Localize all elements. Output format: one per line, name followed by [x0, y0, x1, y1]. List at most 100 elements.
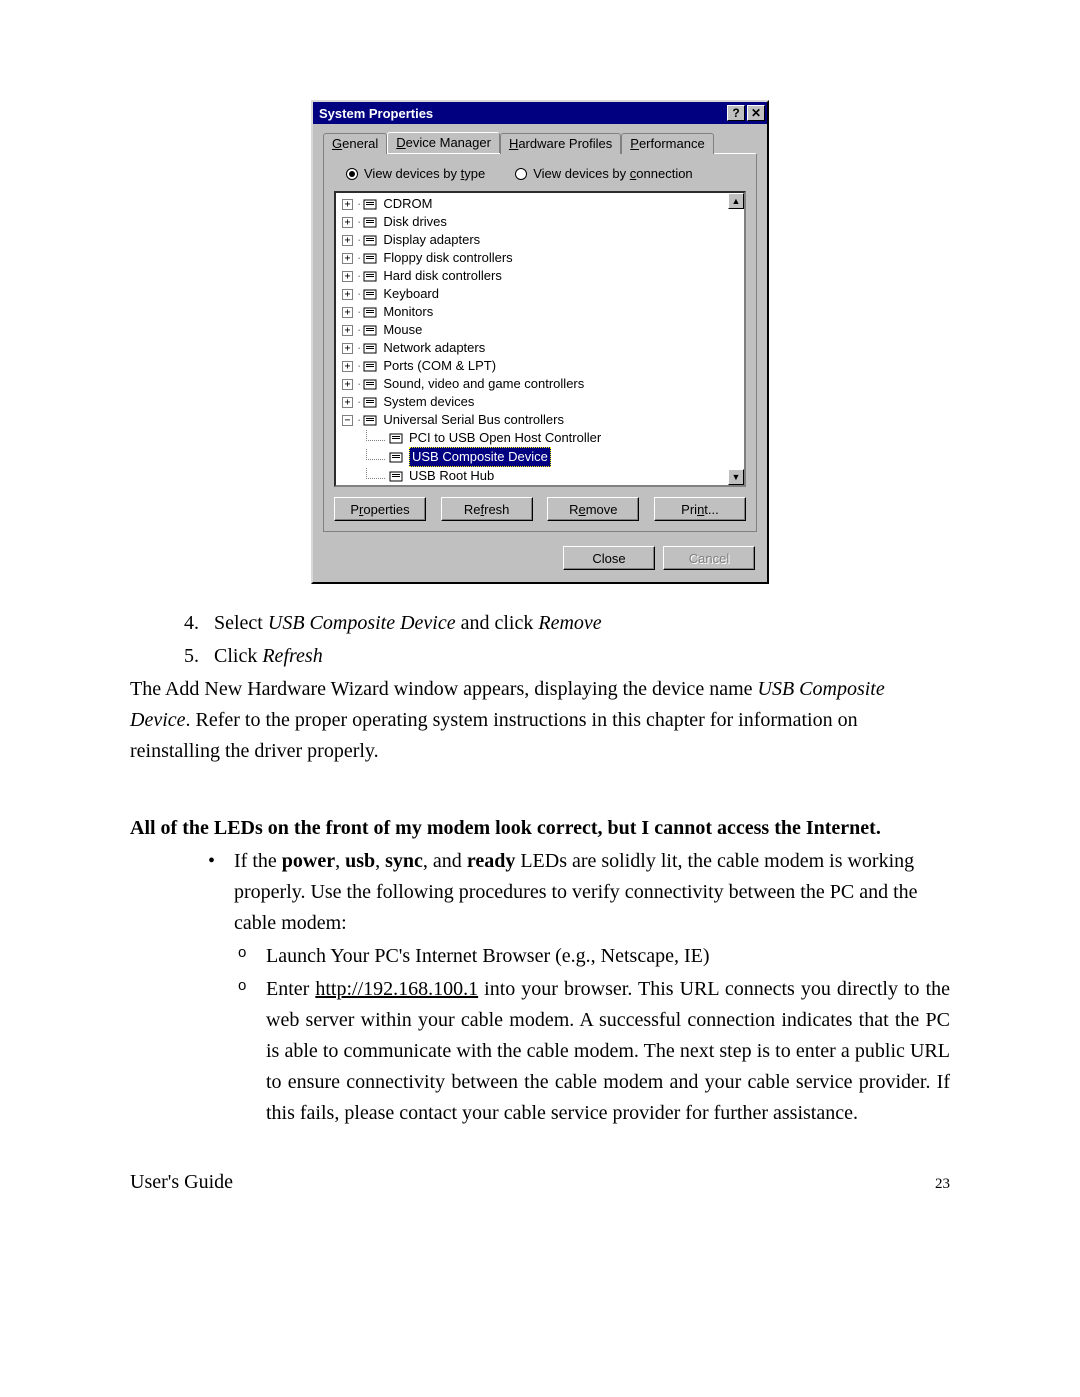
properties-button[interactable]: Properties [334, 497, 426, 521]
device-icon [363, 251, 379, 265]
device-tree[interactable]: ▲ ▼ +·CDROM+·Disk drives+·Display adapte… [334, 191, 746, 487]
tree-node-label: Monitors [383, 303, 433, 321]
window-title: System Properties [319, 106, 725, 121]
system-properties-dialog: System Properties ? ✕ General Device Man… [311, 100, 769, 584]
tab-hardware-profiles[interactable]: Hardware Profiles [500, 133, 621, 154]
tree-node[interactable]: +·Network adapters [342, 339, 744, 357]
page-footer: User's Guide 23 [130, 1167, 950, 1198]
expand-icon[interactable]: + [342, 343, 353, 354]
device-icon [363, 305, 379, 319]
device-icon [389, 450, 405, 464]
tree-node-label: Sound, video and game controllers [383, 375, 584, 393]
refresh-button[interactable]: Refresh [441, 497, 533, 521]
device-icon [363, 215, 379, 229]
expand-icon[interactable]: + [342, 235, 353, 246]
radio-view-by-type[interactable]: View devices by type [346, 166, 485, 181]
tree-node-label: Mouse [383, 321, 422, 339]
device-icon [363, 287, 379, 301]
device-icon [363, 341, 379, 355]
device-icon [363, 197, 379, 211]
close-button[interactable]: ✕ [747, 105, 765, 121]
print-button[interactable]: Print... [654, 497, 746, 521]
tree-node-label: Universal Serial Bus controllers [383, 411, 564, 429]
device-icon [363, 413, 379, 427]
tree-node[interactable]: +·System devices [342, 393, 744, 411]
troubleshoot-heading: All of the LEDs on the front of my modem… [130, 813, 950, 844]
expand-icon[interactable]: + [342, 325, 353, 336]
footer-title: User's Guide [130, 1167, 233, 1198]
tree-node[interactable]: +·Disk drives [342, 213, 744, 231]
tree-node-label: PCI to USB Open Host Controller [409, 429, 601, 447]
cancel-dialog-button[interactable]: Cancel [663, 546, 755, 570]
tree-child-node[interactable]: USB Root Hub [366, 467, 744, 485]
tree-node-label: USB Root Hub [409, 467, 494, 485]
tree-node[interactable]: +·Sound, video and game controllers [342, 375, 744, 393]
close-dialog-button[interactable]: Close [563, 546, 655, 570]
expand-icon[interactable]: + [342, 307, 353, 318]
modem-url-link[interactable]: http://192.168.100.1 [315, 978, 478, 1000]
tab-strip: General Device Manager Hardware Profiles… [313, 124, 767, 153]
device-icon [363, 377, 379, 391]
tree-node-label: Display adapters [383, 231, 480, 249]
tab-performance[interactable]: Performance [621, 133, 713, 154]
bullet-leds: If the power, usb, sync, and ready LEDs … [130, 846, 950, 939]
tab-device-manager[interactable]: Device Manager [387, 132, 500, 153]
tree-node[interactable]: −·Universal Serial Bus controllers [342, 411, 744, 429]
help-button[interactable]: ? [727, 105, 745, 121]
radio-view-by-connection[interactable]: View devices by connection [515, 166, 692, 181]
expand-icon[interactable]: + [342, 289, 353, 300]
tree-node[interactable]: +·CDROM [342, 195, 744, 213]
step-list: 4. Select USB Composite Device and click… [130, 608, 950, 672]
tab-body: View devices by type View devices by con… [323, 153, 757, 532]
device-icon [363, 269, 379, 283]
tree-node-label: System devices [383, 393, 474, 411]
paragraph-wizard: The Add New Hardware Wizard window appea… [130, 674, 950, 767]
device-icon [363, 233, 379, 247]
expand-icon[interactable]: + [342, 217, 353, 228]
device-icon [389, 431, 405, 445]
tree-node-label: USB Composite Device [409, 447, 551, 467]
document-body: 4. Select USB Composite Device and click… [130, 608, 950, 1198]
tree-node[interactable]: +·Hard disk controllers [342, 267, 744, 285]
sub-bullet-list: Launch Your PC's Internet Browser (e.g.,… [130, 941, 950, 1129]
view-mode-radios: View devices by type View devices by con… [346, 166, 742, 181]
dialog-footer: Close Cancel [313, 540, 767, 582]
bullet-list: If the power, usb, sync, and ready LEDs … [130, 846, 950, 939]
tree-node[interactable]: +·Display adapters [342, 231, 744, 249]
expand-icon[interactable]: − [342, 415, 353, 426]
device-icon [389, 469, 405, 483]
tree-child-node[interactable]: USB Composite Device [366, 447, 744, 467]
scroll-up-button[interactable]: ▲ [728, 193, 744, 209]
tree-node[interactable]: +·Floppy disk controllers [342, 249, 744, 267]
device-icon [363, 395, 379, 409]
page-number: 23 [935, 1173, 950, 1196]
tree-node[interactable]: +·Mouse [342, 321, 744, 339]
expand-icon[interactable]: + [342, 253, 353, 264]
device-icon [363, 359, 379, 373]
radio-dot-icon [346, 168, 358, 180]
radio-dot-icon [515, 168, 527, 180]
tree-child-node[interactable]: PCI to USB Open Host Controller [366, 429, 744, 447]
tree-node[interactable]: +·Keyboard [342, 285, 744, 303]
tree-node[interactable]: +·Monitors [342, 303, 744, 321]
tree-node-label: CDROM [383, 195, 432, 213]
expand-icon[interactable]: + [342, 397, 353, 408]
tree-node-label: Hard disk controllers [383, 267, 502, 285]
remove-button[interactable]: Remove [547, 497, 639, 521]
step-5: 5. Click Refresh [130, 641, 950, 672]
expand-icon[interactable]: + [342, 361, 353, 372]
tree-node-label: Floppy disk controllers [383, 249, 512, 267]
tab-general[interactable]: General [323, 133, 387, 154]
tree-node-label: Ports (COM & LPT) [383, 357, 496, 375]
expand-icon[interactable]: + [342, 379, 353, 390]
scroll-down-button[interactable]: ▼ [728, 469, 744, 485]
device-button-row: Properties Refresh Remove Print... [334, 497, 746, 521]
expand-icon[interactable]: + [342, 199, 353, 210]
step-4: 4. Select USB Composite Device and click… [130, 608, 950, 639]
device-icon [363, 323, 379, 337]
tree-node[interactable]: +·Ports (COM & LPT) [342, 357, 744, 375]
expand-icon[interactable]: + [342, 271, 353, 282]
tree-node-label: Disk drives [383, 213, 447, 231]
titlebar[interactable]: System Properties ? ✕ [313, 102, 767, 124]
sub-bullet-enter-url: Enter http://192.168.100.1 into your bro… [130, 974, 950, 1129]
